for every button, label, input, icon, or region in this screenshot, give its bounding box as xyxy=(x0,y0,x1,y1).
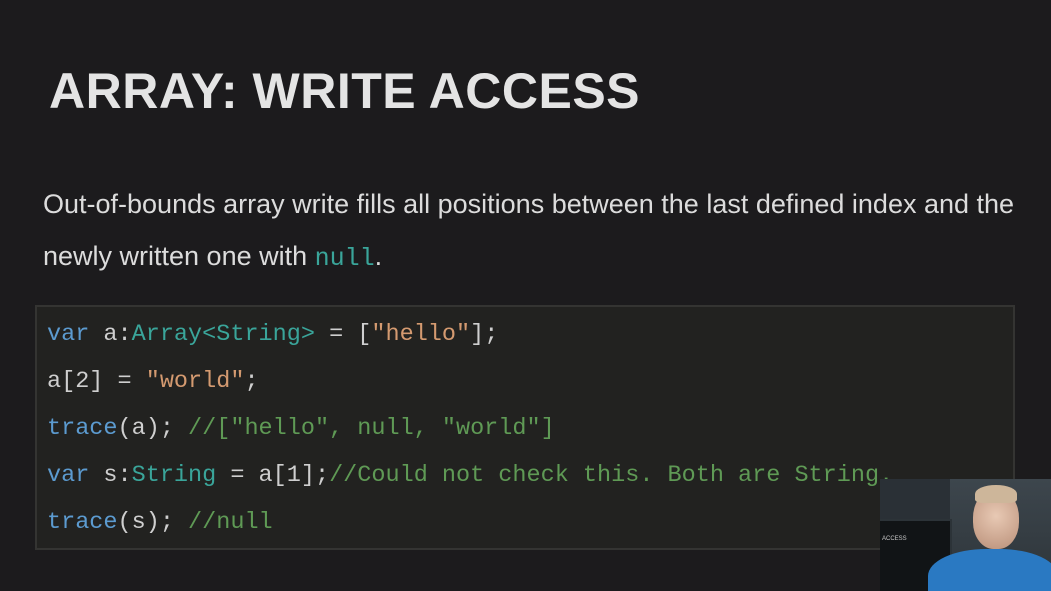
code-text: = a[1]; xyxy=(216,462,330,489)
code-text: (s); xyxy=(117,509,189,536)
code-text: ; xyxy=(244,368,259,395)
code-text: s: xyxy=(89,462,132,489)
description-text: Out-of-bounds array write fills all posi… xyxy=(43,189,1015,271)
code-text: ]; xyxy=(470,321,499,348)
code-block: var a:Array<String> = ["hello"]; a[2] = … xyxy=(35,305,1015,550)
monitor-text: ACCESS xyxy=(882,536,907,542)
presenter-hair xyxy=(975,485,1017,503)
code-line-4: var s:String = a[1];//Could not check th… xyxy=(47,462,893,489)
slide-title: ARRAY: WRITE ACCESS xyxy=(49,63,641,119)
webcam-overlay: ACCESS xyxy=(880,479,1051,591)
presenter-shirt xyxy=(928,549,1051,591)
string-literal: "world" xyxy=(145,368,245,395)
description-end: . xyxy=(374,241,383,271)
type-name: String xyxy=(131,462,217,489)
keyword: var xyxy=(47,462,90,489)
code-line-1: var a:Array<String> = ["hello"]; xyxy=(47,321,498,348)
function-name: trace xyxy=(47,509,118,536)
type-name: Array<String> xyxy=(131,321,315,348)
keyword: var xyxy=(47,321,90,348)
code-line-2: a[2] = "world"; xyxy=(47,368,259,395)
string-literal: "hello" xyxy=(371,321,471,348)
code-text: = [ xyxy=(314,321,372,348)
function-name: trace xyxy=(47,415,118,442)
slide-description: Out-of-bounds array write fills all posi… xyxy=(43,178,1033,285)
code-line-3: trace(a); //["hello", null, "world"] xyxy=(47,415,555,442)
code-comment: //["hello", null, "world"] xyxy=(188,415,555,442)
code-text: a[2] = xyxy=(47,368,146,395)
inline-code-null: null xyxy=(314,244,375,273)
code-line-5: trace(s); //null xyxy=(47,509,273,536)
code-comment: //null xyxy=(188,509,273,536)
code-text: a: xyxy=(89,321,132,348)
code-comment: //Could not check this. Both are String. xyxy=(329,462,894,489)
code-text: (a); xyxy=(117,415,189,442)
